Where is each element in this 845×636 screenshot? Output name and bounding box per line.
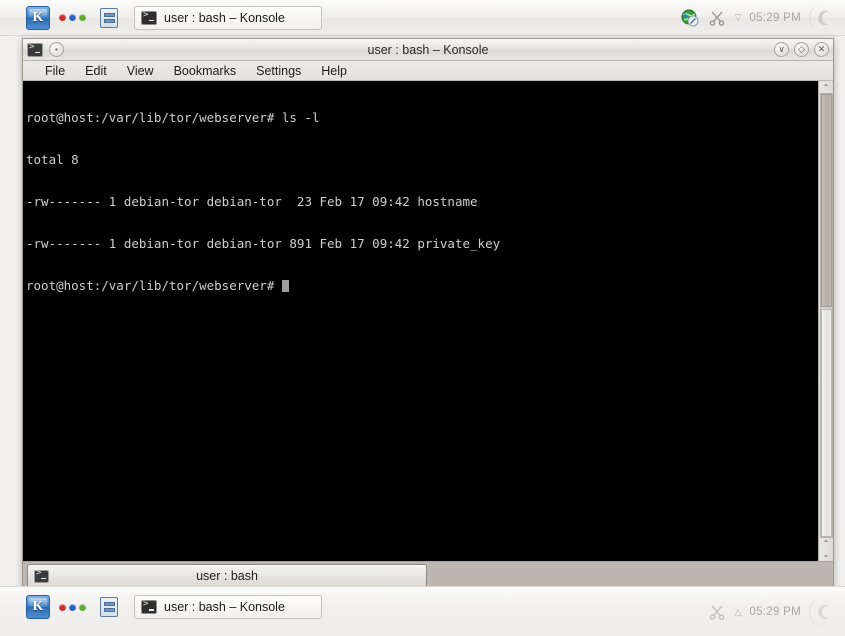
menu-settings[interactable]: Settings bbox=[246, 62, 311, 80]
taskbar-button-konsole[interactable]: user : bash – Konsole bbox=[134, 6, 322, 30]
menu-help[interactable]: Help bbox=[311, 62, 357, 80]
terminal-cursor bbox=[282, 280, 289, 292]
window-titlebar[interactable]: user : bash – Konsole ∨ ◇ ✕ bbox=[23, 39, 833, 61]
terminal-icon bbox=[141, 600, 157, 614]
klipper-scissors-icon[interactable] bbox=[707, 8, 726, 27]
pager-icon-bottom[interactable] bbox=[100, 597, 118, 617]
dot-green-icon[interactable] bbox=[79, 604, 86, 611]
dot-green-icon[interactable] bbox=[79, 14, 86, 21]
dot-red-icon[interactable] bbox=[59, 14, 66, 21]
terminal-output[interactable]: root@host:/var/lib/tor/webserver# ls -l … bbox=[23, 81, 818, 561]
pager-icon[interactable] bbox=[100, 8, 118, 28]
terminal-prompt: root@host:/var/lib/tor/webserver# bbox=[26, 278, 282, 293]
terminal-line: -rw------- 1 debian-tor debian-tor 891 F… bbox=[26, 237, 818, 251]
klipper-scissors-icon[interactable] bbox=[707, 603, 726, 622]
terminal-prompt-line: root@host:/var/lib/tor/webserver# bbox=[26, 279, 818, 293]
bottom-taskbar: K user : bash – Konsole bbox=[0, 586, 845, 636]
pager-cell bbox=[104, 602, 115, 606]
kde-k-logo-icon: K bbox=[33, 599, 44, 615]
tab-user-bash[interactable]: user : bash bbox=[27, 564, 427, 587]
konsole-tabbar: user : bash bbox=[23, 561, 833, 587]
terminal-line: -rw------- 1 debian-tor debian-tor 23 Fe… bbox=[26, 195, 818, 209]
terminal-scrollbar[interactable]: ⌃ ⌃ ⌄ bbox=[818, 81, 833, 561]
window-menu-button[interactable] bbox=[49, 42, 64, 57]
titlebar-buttons: ∨ ◇ ✕ bbox=[774, 42, 829, 57]
taskbar-button-label: user : bash – Konsole bbox=[164, 600, 285, 614]
pager-cell bbox=[104, 19, 115, 23]
tab-label: user : bash bbox=[28, 569, 426, 583]
network-globe-icon[interactable] bbox=[680, 8, 699, 27]
quick-launch-dots-bottom[interactable] bbox=[59, 604, 86, 611]
scroll-up-arrow-icon-bottom[interactable]: ⌃ bbox=[820, 538, 833, 549]
minimize-button[interactable]: ∨ bbox=[774, 42, 789, 57]
chevron-down-icon[interactable]: ▽ bbox=[734, 12, 741, 23]
menu-bookmarks[interactable]: Bookmarks bbox=[164, 62, 247, 80]
menu-edit[interactable]: Edit bbox=[75, 62, 117, 80]
terminal-line: total 8 bbox=[26, 153, 818, 167]
window-title: user : bash – Konsole bbox=[23, 43, 833, 57]
pager-cell bbox=[104, 13, 115, 17]
night-mode-moon-icon[interactable] bbox=[809, 4, 837, 32]
scroll-up-arrow-icon[interactable]: ⌃ bbox=[820, 82, 833, 93]
bottom-taskbar-left: K user : bash – Konsole bbox=[0, 590, 322, 619]
menu-view[interactable]: View bbox=[117, 62, 164, 80]
terminal-icon bbox=[141, 11, 157, 25]
dot-blue-icon[interactable] bbox=[69, 14, 76, 21]
konsole-window: user : bash – Konsole ∨ ◇ ✕ File Edit Vi… bbox=[22, 38, 834, 588]
titlebar-left bbox=[27, 42, 64, 57]
pager-cell bbox=[104, 608, 115, 612]
kde-start-menu-button[interactable]: K bbox=[26, 6, 50, 30]
terminal-area: root@host:/var/lib/tor/webserver# ls -l … bbox=[23, 81, 833, 561]
scroll-down-arrow-icon[interactable]: ⌄ bbox=[820, 549, 833, 560]
bottom-system-tray: △ 05:29 PM bbox=[707, 590, 845, 626]
top-system-tray: ▽ 05:29 PM bbox=[680, 4, 845, 32]
top-taskbar-left: K user : bash – Konsole bbox=[0, 6, 322, 30]
konsole-icon bbox=[27, 43, 43, 57]
maximize-button[interactable]: ◇ bbox=[794, 42, 809, 57]
scrollbar-thumb[interactable] bbox=[821, 94, 832, 307]
clock-time[interactable]: 05:29 PM bbox=[749, 606, 801, 618]
scrollbar-track[interactable] bbox=[820, 93, 833, 538]
chevron-up-icon[interactable]: △ bbox=[734, 607, 741, 618]
top-taskbar: K user : bash – Konsole bbox=[0, 0, 845, 36]
terminal-line: root@host:/var/lib/tor/webserver# ls -l bbox=[26, 111, 818, 125]
menu-file[interactable]: File bbox=[35, 62, 75, 80]
kde-k-logo-icon: K bbox=[33, 10, 44, 26]
dot-red-icon[interactable] bbox=[59, 604, 66, 611]
menubar: File Edit View Bookmarks Settings Help bbox=[23, 61, 833, 81]
quick-launch-dots[interactable] bbox=[59, 14, 86, 21]
close-button[interactable]: ✕ bbox=[814, 42, 829, 57]
taskbar-button-konsole-bottom[interactable]: user : bash – Konsole bbox=[134, 595, 322, 619]
desktop: K user : bash – Konsole bbox=[0, 0, 845, 636]
kde-start-menu-button-bottom[interactable]: K bbox=[26, 595, 50, 619]
dot-blue-icon[interactable] bbox=[69, 604, 76, 611]
scrollbar-lower-groove[interactable] bbox=[821, 309, 832, 537]
clock-time[interactable]: 05:29 PM bbox=[749, 12, 801, 24]
taskbar-button-label: user : bash – Konsole bbox=[164, 11, 285, 25]
night-mode-moon-icon[interactable] bbox=[809, 598, 837, 626]
